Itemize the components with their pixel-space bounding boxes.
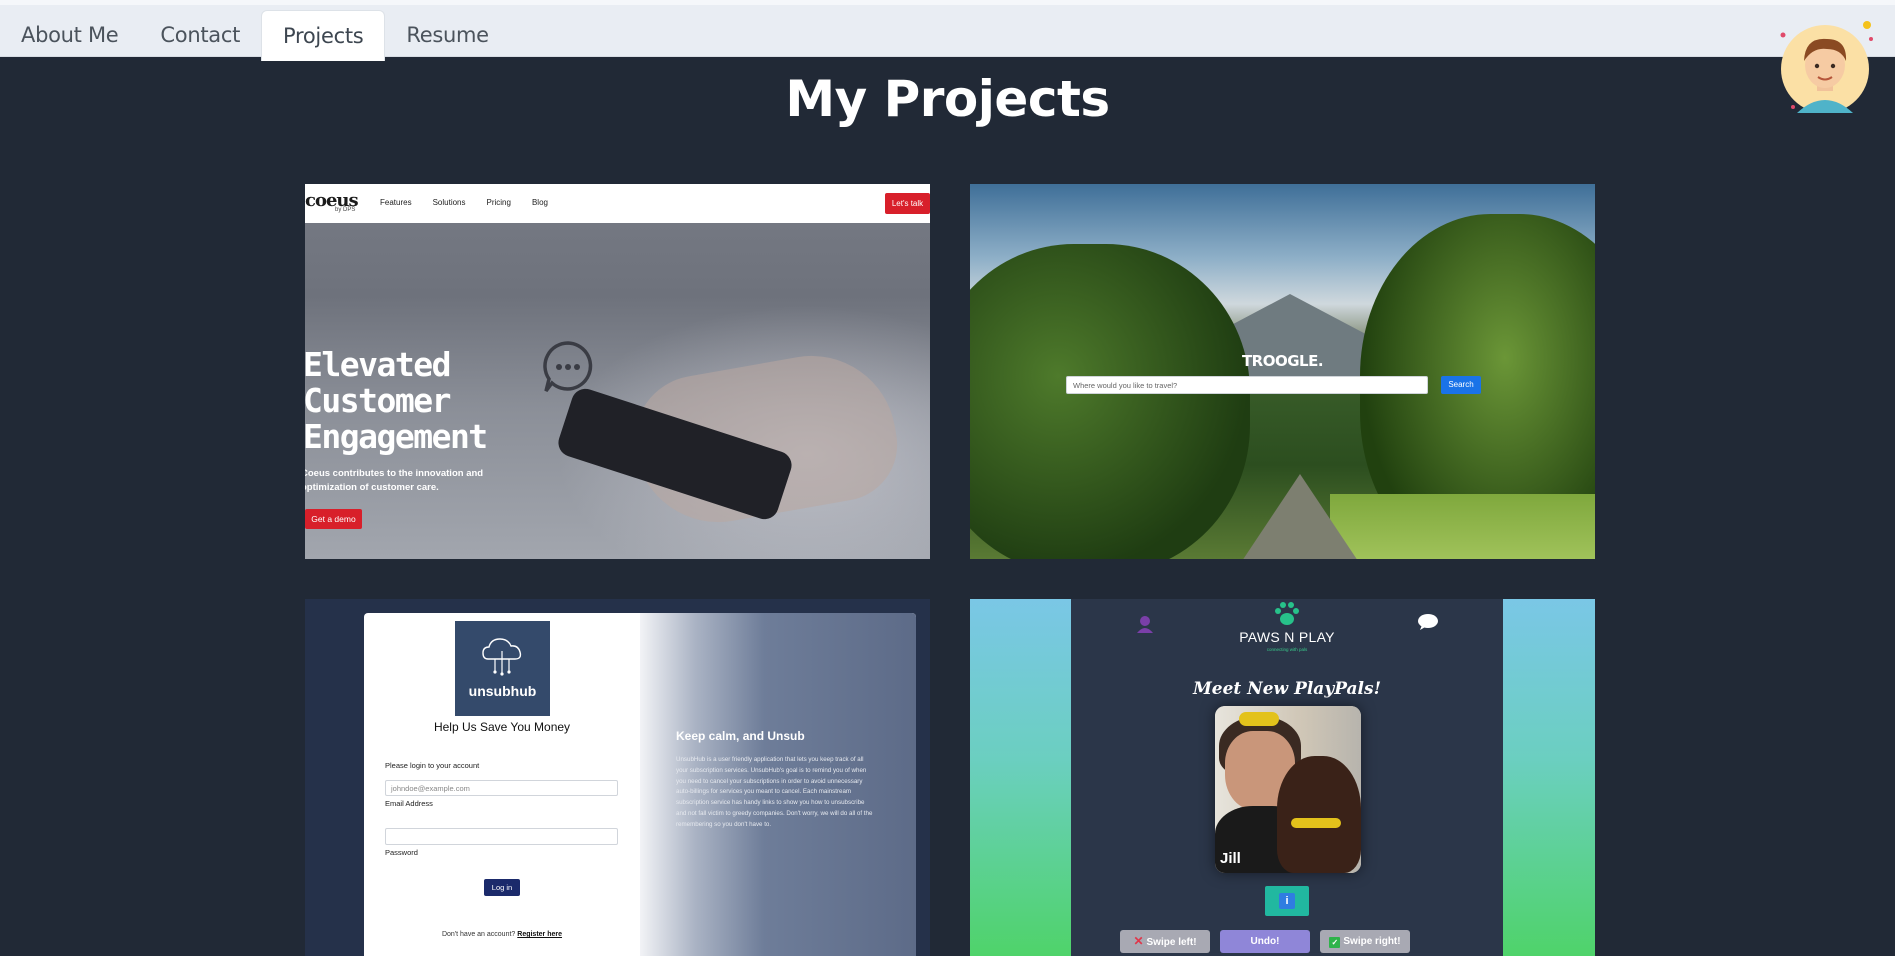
coeus-nav-solutions[interactable]: Solutions xyxy=(433,198,466,207)
paws-brand: PAWS N PLAY xyxy=(1239,629,1335,645)
unsubhub-logo: unsubhub xyxy=(455,621,550,716)
login-button[interactable]: Log in xyxy=(484,879,520,896)
password-label: Password xyxy=(385,848,418,857)
pet-name: Jill xyxy=(1220,850,1241,867)
project-card-troogle[interactable]: TROOGLE. Where would you like to travel?… xyxy=(970,184,1595,559)
paws-brand-sub: connecting with pals xyxy=(1266,647,1308,652)
top-nav: About Me Contact Projects Resume xyxy=(0,0,1895,61)
coeus-headline: Elevated Customer Engagement xyxy=(305,345,488,456)
path-shape xyxy=(1240,474,1360,559)
info-icon: i xyxy=(1279,893,1295,909)
email-field[interactable]: johndoe@example.com xyxy=(385,780,618,796)
unsubhub-info-description: UnsubHub is a user friendly application … xyxy=(676,756,873,828)
undo-button[interactable]: Undo! xyxy=(1220,930,1310,953)
register-link[interactable]: Register here xyxy=(517,931,562,938)
unsubhub-heading: Help Us Save You Money xyxy=(433,720,571,734)
troogle-brand: TROOGLE. xyxy=(1241,352,1324,370)
coeus-nav-blog[interactable]: Blog xyxy=(532,198,548,207)
tab-contact[interactable]: Contact xyxy=(139,10,261,61)
cloud-icon xyxy=(482,638,522,676)
register-line: Don't have an account? Register here xyxy=(364,931,640,938)
coeus-demo-button[interactable]: Get a demo xyxy=(305,509,362,529)
coeus-nav-links: Features Solutions Pricing Blog xyxy=(380,198,548,207)
unsubhub-login-panel: unsubhub Help Us Save You Money Please l… xyxy=(364,613,916,956)
unsubhub-info-title: Keep calm, and Unsub xyxy=(676,729,805,743)
password-field[interactable] xyxy=(385,828,618,845)
paw-icon xyxy=(1275,602,1299,625)
troogle-search-button[interactable]: Search xyxy=(1441,376,1481,394)
swipe-right-button[interactable]: ✓ Swipe right! xyxy=(1320,930,1410,953)
tab-resume[interactable]: Resume xyxy=(385,10,509,61)
project-card-coeus[interactable]: coeus by DPS Features Solutions Pricing … xyxy=(305,184,930,559)
no-account-text: Don't have an account? xyxy=(441,931,516,938)
coeus-navbar: coeus by DPS Features Solutions Pricing … xyxy=(305,184,930,223)
unsubhub-logo-text: unsubhub xyxy=(468,683,537,699)
project-card-paws-n-play[interactable]: PAWS N PLAY connecting with pals Meet Ne… xyxy=(970,599,1595,956)
coeus-logo-sub: by DPS xyxy=(335,207,356,213)
troogle-search-input[interactable]: Where would you like to travel? xyxy=(1066,376,1428,394)
email-label: Email Address xyxy=(385,799,433,808)
page-title: My Projects xyxy=(785,70,1110,128)
info-button[interactable]: i xyxy=(1265,886,1309,916)
paws-app-frame: PAWS N PLAY connecting with pals Meet Ne… xyxy=(1071,599,1503,956)
coeus-nav-pricing[interactable]: Pricing xyxy=(487,198,511,207)
tab-projects[interactable]: Projects xyxy=(261,10,386,61)
nav-tabs: About Me Contact Projects Resume xyxy=(0,10,510,61)
project-card-unsubhub[interactable]: unsubhub Help Us Save You Money Please l… xyxy=(305,599,930,956)
pet-profile-photo[interactable]: Jill xyxy=(1215,706,1361,873)
paws-heading: Meet New PlayPals! xyxy=(1192,679,1382,699)
unsubhub-login-prompt: Please login to your account xyxy=(385,761,480,770)
coeus-subtext: Coeus contributes to the innovation and … xyxy=(305,468,484,493)
chat-icon[interactable] xyxy=(1417,613,1439,631)
swipe-controls: ✕ Swipe left! Undo! ✓ Swipe right! xyxy=(1120,930,1464,953)
coeus-lets-talk-button[interactable]: Let's talk xyxy=(885,193,930,214)
swipe-left-button[interactable]: ✕ Swipe left! xyxy=(1120,930,1210,953)
coeus-nav-features[interactable]: Features xyxy=(380,198,412,207)
x-icon: ✕ xyxy=(1133,934,1144,948)
checkmark-icon: ✓ xyxy=(1329,937,1341,948)
tab-about-me[interactable]: About Me xyxy=(0,10,139,61)
